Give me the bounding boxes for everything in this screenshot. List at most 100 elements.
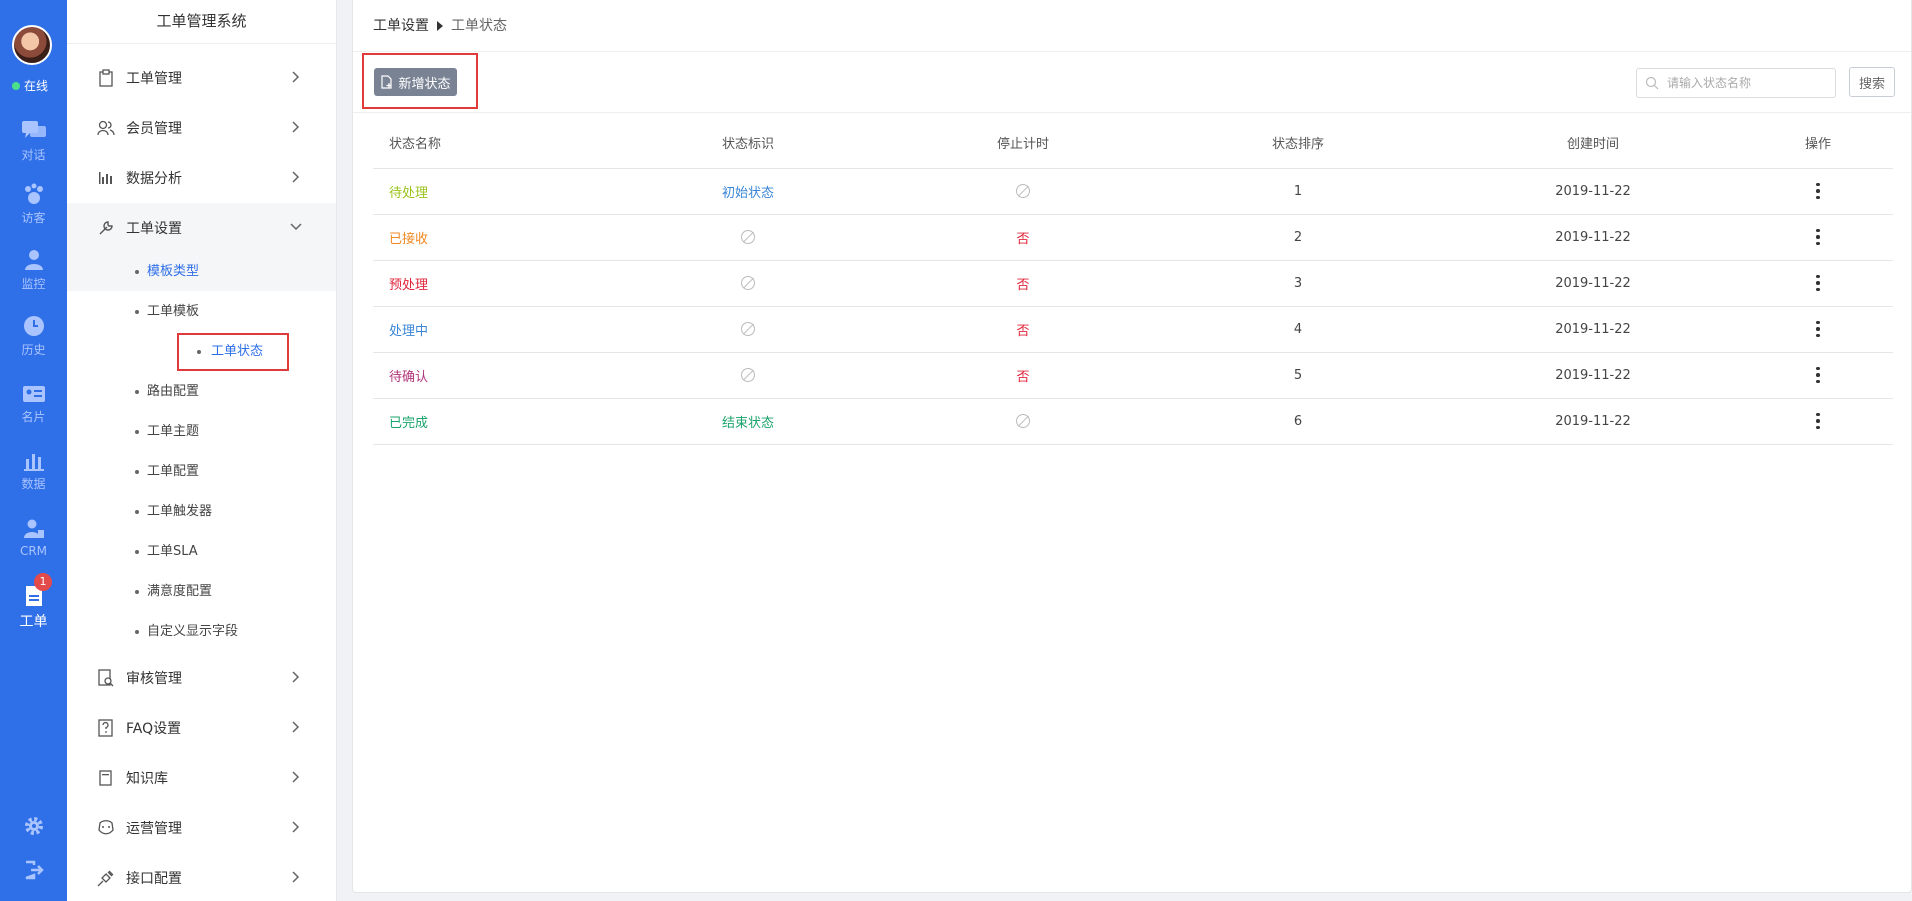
settings-button[interactable] <box>0 815 67 841</box>
rail-item-data[interactable]: 数据 <box>0 451 67 492</box>
menu-label: 知识库 <box>126 771 168 787</box>
submenu-ticket-template[interactable]: 工单模板 <box>127 297 199 327</box>
stop-timing-cell <box>893 168 1153 215</box>
menu-label: 工单设置 <box>126 221 182 237</box>
menu-ticket-settings[interactable]: 工单设置 <box>67 203 336 253</box>
rail-item-crm[interactable]: CRM <box>0 518 67 558</box>
add-status-button[interactable]: 新增状态 <box>374 68 457 96</box>
rail-item-ticket[interactable]: 1 工单 <box>0 573 67 631</box>
menu-interface-config[interactable]: 接口配置 <box>67 853 336 901</box>
breadcrumb-parent[interactable]: 工单设置 <box>373 0 429 52</box>
chevron-right-icon <box>292 671 300 683</box>
more-actions-icon[interactable] <box>1816 274 1820 292</box>
chevron-right-icon <box>292 871 300 883</box>
logout-button[interactable] <box>0 860 67 884</box>
rail-item-monitor[interactable]: 监控 <box>0 249 67 292</box>
submenu-template-type[interactable]: 模板类型 <box>127 257 199 287</box>
status-order-cell: 3 <box>1153 260 1443 307</box>
stop-timing-value: 否 <box>1016 369 1030 385</box>
status-flag-cell: 初始状态 <box>603 168 893 215</box>
col-stop-timing: 停止计时 <box>893 118 1153 169</box>
menu-faq-settings[interactable]: FAQ设置 <box>67 703 336 753</box>
sidebar: 工单管理系统 工单管理 会员管理 数据分析 工单设置 模板类型 工单模板 工单状… <box>67 0 337 901</box>
active-submenu-highlight <box>67 250 336 291</box>
submenu-routing-config[interactable]: 路由配置 <box>127 377 199 407</box>
actions-cell <box>1743 306 1893 353</box>
stop-timing-value: 否 <box>1016 231 1030 247</box>
stop-timing-value: 否 <box>1016 323 1030 339</box>
search-button[interactable]: 搜索 <box>1849 67 1895 97</box>
menu-review-management[interactable]: 审核管理 <box>67 653 336 703</box>
more-actions-icon[interactable] <box>1816 228 1820 246</box>
main-panel: 工单设置 工单状态 新增状态 搜索 状态名称 状态标识 停止计时 状态排序 创建… <box>352 0 1912 893</box>
chevron-down-icon <box>290 223 302 231</box>
rail-item-visitor[interactable]: 访客 <box>0 183 67 226</box>
created-time-cell: 2019-11-22 <box>1443 352 1743 399</box>
table-row: 处理中 否 4 2019-11-22 <box>373 306 1893 353</box>
chevron-right-icon <box>292 71 300 83</box>
menu-label: FAQ设置 <box>126 721 182 737</box>
status-name-cell: 已接收 <box>373 214 603 261</box>
breadcrumb: 工单设置 工单状态 <box>353 0 1911 52</box>
status-flag-cell <box>603 214 893 261</box>
more-actions-icon[interactable] <box>1816 412 1820 430</box>
table-row: 待确认 否 5 2019-11-22 <box>373 352 1893 399</box>
crm-icon <box>23 519 44 538</box>
menu-data-analysis[interactable]: 数据分析 <box>67 153 336 203</box>
footprint-icon <box>24 183 43 204</box>
submenu-ticket-sla[interactable]: 工单SLA <box>127 537 198 567</box>
submenu-satisfaction-config[interactable]: 满意度配置 <box>127 577 212 607</box>
submenu-ticket-topic[interactable]: 工单主题 <box>127 417 199 447</box>
status-name: 待处理 <box>389 185 429 201</box>
more-actions-icon[interactable] <box>1816 320 1820 338</box>
faq-icon <box>97 719 115 737</box>
menu-operations-management[interactable]: 运营管理 <box>67 803 336 853</box>
submenu-ticket-config[interactable]: 工单配置 <box>127 457 199 487</box>
toolbar: 新增状态 搜索 <box>353 53 1911 113</box>
stop-timing-cell: 否 <box>893 260 1153 307</box>
ban-icon <box>741 230 755 244</box>
clock-icon <box>23 316 44 336</box>
status-order-cell: 1 <box>1153 168 1443 215</box>
stop-timing-cell: 否 <box>893 306 1153 353</box>
more-actions-icon[interactable] <box>1816 366 1820 384</box>
submenu-ticket-status[interactable]: 工单状态 <box>177 333 289 371</box>
logout-icon <box>25 860 44 880</box>
rail-item-card[interactable]: 名片 <box>0 384 67 425</box>
search-icon <box>1645 76 1659 90</box>
chevron-right-icon <box>292 821 300 833</box>
chevron-right-icon <box>292 771 300 783</box>
rail-label-ticket: 工单 <box>19 614 48 630</box>
rail-item-chat[interactable]: 对话 <box>0 120 67 163</box>
search-input[interactable] <box>1667 76 1827 90</box>
status-name-cell: 已完成 <box>373 398 603 445</box>
col-created-time: 创建时间 <box>1443 118 1743 169</box>
status-flag: 结束状态 <box>721 415 774 431</box>
submenu-ticket-trigger[interactable]: 工单触发器 <box>127 497 212 527</box>
rail-item-history[interactable]: 历史 <box>0 315 67 358</box>
menu-ticket-management[interactable]: 工单管理 <box>67 53 336 103</box>
status-name: 已完成 <box>389 415 429 431</box>
rail-label-data: 数据 <box>21 477 46 491</box>
status-name-cell: 待处理 <box>373 168 603 215</box>
menu-label: 运营管理 <box>126 821 182 837</box>
created-time-cell: 2019-11-22 <box>1443 214 1743 261</box>
chevron-right-icon <box>292 171 300 183</box>
menu-member-management[interactable]: 会员管理 <box>67 103 336 153</box>
more-actions-icon[interactable] <box>1816 182 1820 200</box>
status-name-cell: 待确认 <box>373 352 603 399</box>
col-status-order: 状态排序 <box>1153 118 1443 169</box>
status-flag: 初始状态 <box>721 185 774 201</box>
clipboard-icon <box>97 69 115 87</box>
status-flag-cell <box>603 352 893 399</box>
status-name: 处理中 <box>389 323 429 339</box>
status-flag-cell: 结束状态 <box>603 398 893 445</box>
online-status: 在线 <box>12 77 48 94</box>
submenu-custom-display-fields[interactable]: 自定义显示字段 <box>127 617 238 647</box>
stop-timing-cell: 否 <box>893 214 1153 261</box>
menu-knowledge-base[interactable]: 知识库 <box>67 753 336 803</box>
ban-icon <box>741 322 755 336</box>
rail-label-history: 历史 <box>21 343 46 357</box>
icon-rail: 在线 对话 访客 监控 历史 名片 数据 CRM 1 工单 <box>0 0 67 901</box>
avatar[interactable] <box>12 25 52 65</box>
